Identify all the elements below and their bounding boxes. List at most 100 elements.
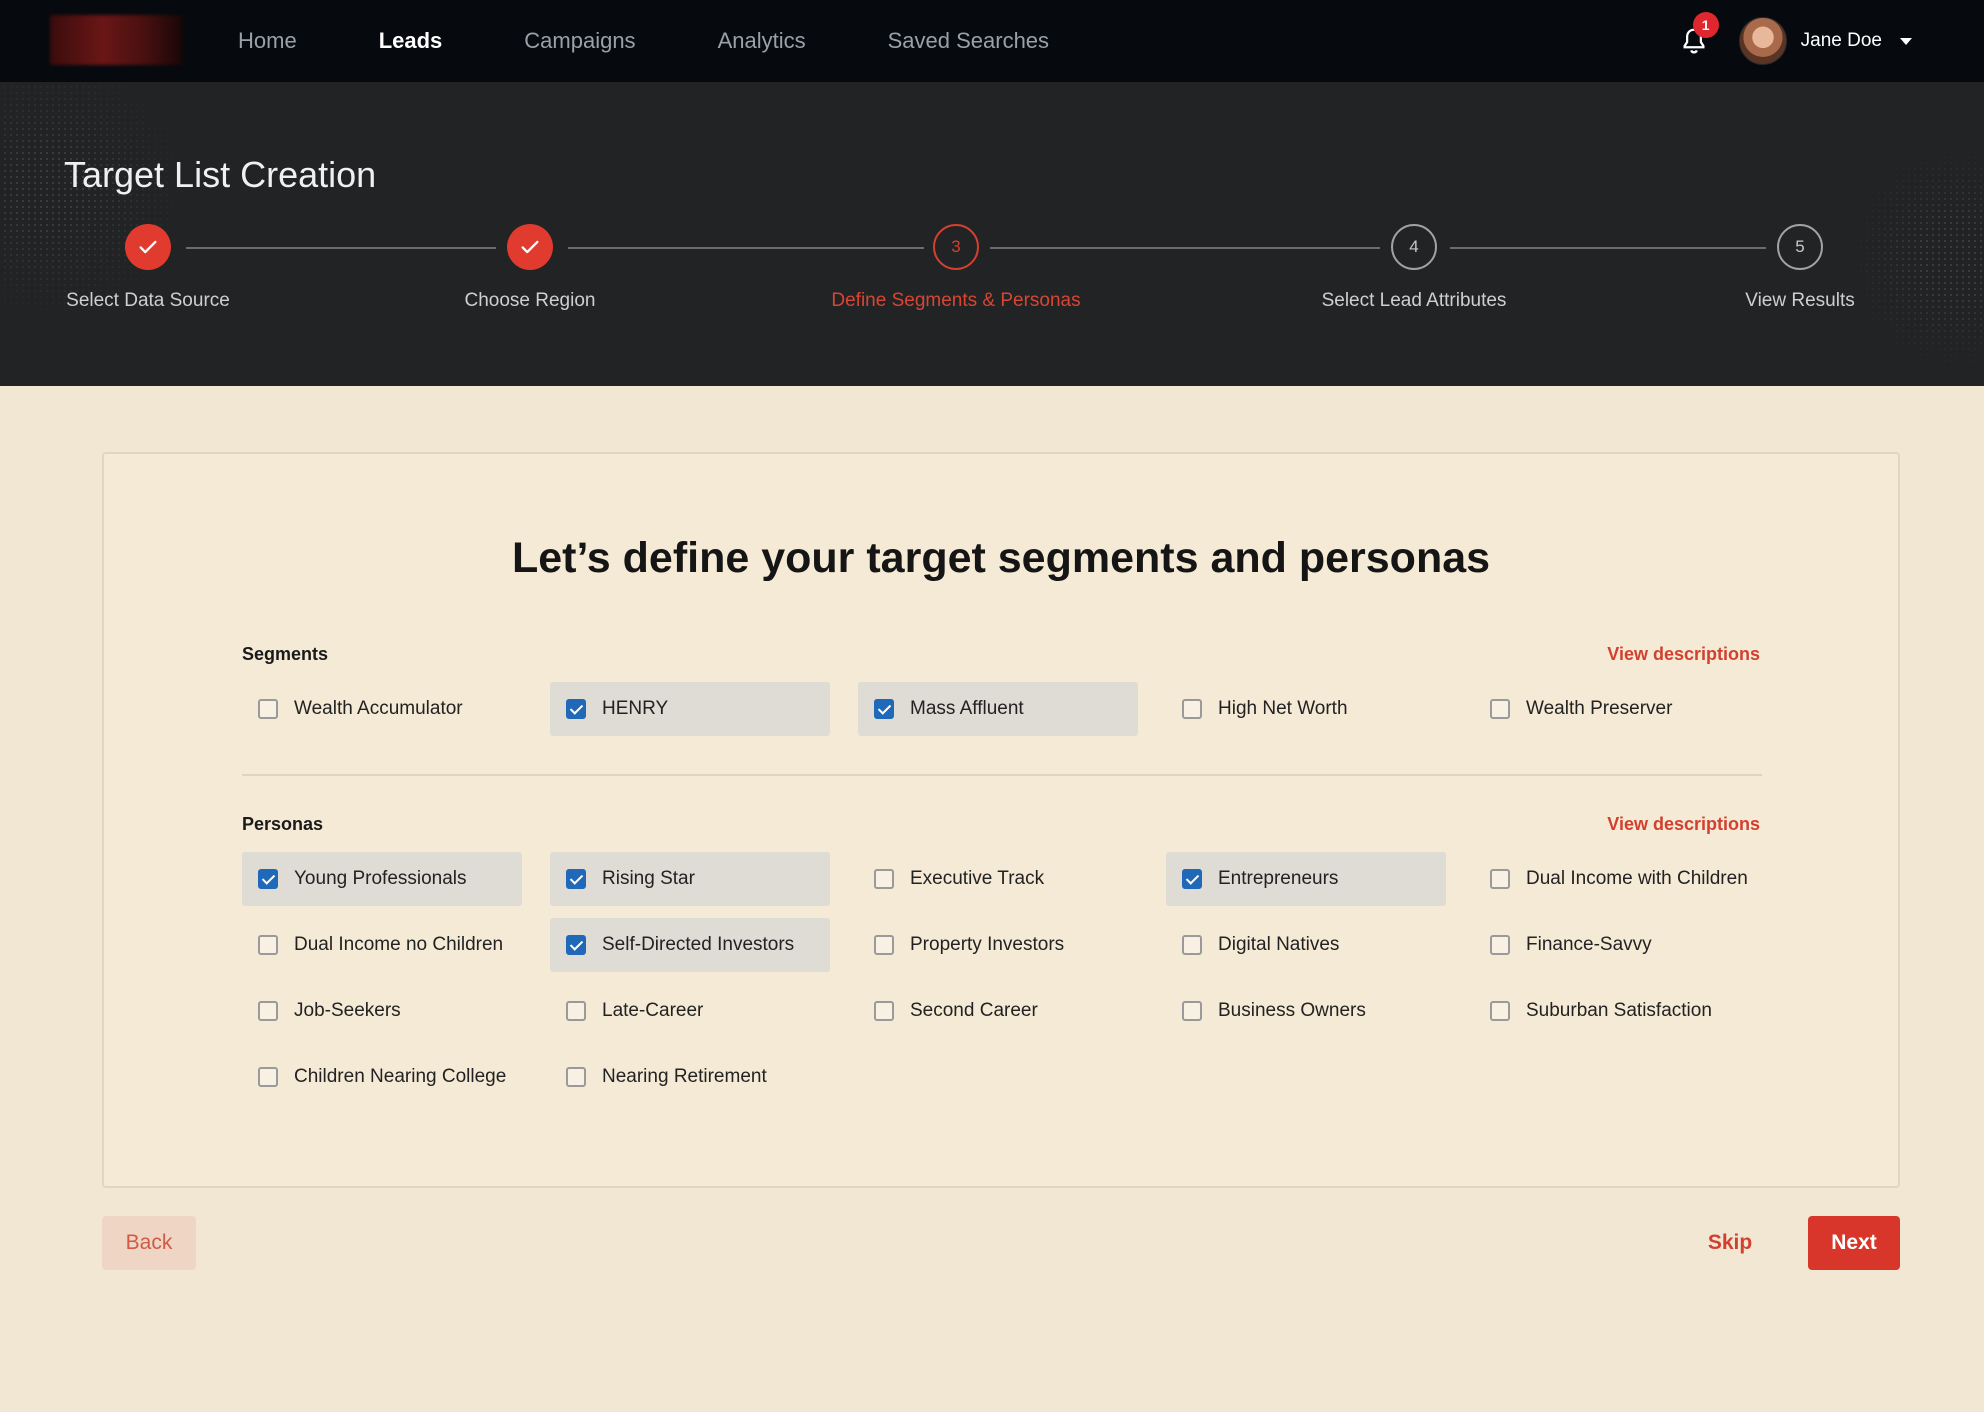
checkbox-label: Job-Seekers [294,1000,401,1021]
checkbox-option[interactable]: Wealth Preserver [1474,682,1754,736]
checkbox-unchecked[interactable] [258,699,278,719]
brand-logo[interactable] [50,15,182,65]
check-icon [125,224,171,270]
checkbox-label: Dual Income no Children [294,934,504,955]
checkbox-unchecked[interactable] [874,935,894,955]
avatar[interactable] [1738,17,1787,65]
checkbox-label: Dual Income with Children [1526,868,1748,889]
notifications-button[interactable]: 1 [1679,12,1719,56]
personas-view-descriptions-link[interactable]: View descriptions [1607,814,1760,835]
checkbox-unchecked[interactable] [258,1001,278,1021]
checkbox-unchecked[interactable] [1182,699,1202,719]
nav-link-home[interactable]: Home [238,28,297,54]
step-number: 3 [933,224,979,270]
checkbox-unchecked[interactable] [1490,699,1510,719]
step-label: Select Data Source [66,290,230,311]
checkbox-label: Rising Star [602,868,695,889]
checkbox-option[interactable]: Property Investors [858,918,1138,972]
checkbox-option[interactable]: Self-Directed Investors [550,918,830,972]
checkbox-option[interactable]: Mass Affluent [858,682,1138,736]
step-label: Define Segments & Personas [831,290,1081,311]
checkbox-unchecked[interactable] [1182,935,1202,955]
step-label: Select Lead Attributes [1321,290,1507,311]
checkbox-label: Entrepreneurs [1218,868,1339,889]
next-button[interactable]: Next [1808,1216,1900,1270]
checkbox-label: Business Owners [1218,1000,1366,1021]
checkbox-unchecked[interactable] [566,1067,586,1087]
checkbox-option[interactable]: Business Owners [1166,984,1446,1038]
checkbox-label: Property Investors [910,934,1065,955]
step-select-data-source[interactable]: Select Data Source [0,224,298,312]
nav-link-saved-searches[interactable]: Saved Searches [888,28,1049,54]
step-choose-region[interactable]: Choose Region [380,224,680,312]
skip-button[interactable]: Skip [1690,1216,1770,1270]
nav-links: Home Leads Campaigns Analytics Saved Sea… [238,0,1131,82]
checkbox-option[interactable]: Dual Income with Children [1474,852,1754,906]
nav-link-analytics[interactable]: Analytics [718,28,806,54]
divider [242,774,1762,776]
notification-badge: 1 [1692,12,1719,38]
nav-link-leads[interactable]: Leads [379,28,443,54]
checkbox-checked[interactable] [874,699,894,719]
step-label: View Results [1745,290,1855,311]
chevron-down-icon[interactable] [1900,37,1912,45]
step-label: Choose Region [464,290,596,311]
checkbox-unchecked[interactable] [566,1001,586,1021]
checkbox-option[interactable]: Children Nearing College [242,1050,522,1104]
checkbox-option[interactable]: Executive Track [858,852,1138,906]
card-title: Let’s define your target segments and pe… [511,534,1491,582]
checkbox-option[interactable]: Entrepreneurs [1166,852,1446,906]
step-number: 4 [1391,224,1437,270]
checkbox-unchecked[interactable] [874,1001,894,1021]
checkbox-label: Nearing Retirement [602,1066,767,1087]
checkbox-label: Digital Natives [1218,934,1340,955]
checkbox-option[interactable]: Rising Star [550,852,830,906]
page-title: Target List Creation [64,154,377,195]
checkbox-label: Children Nearing College [294,1066,507,1087]
back-button[interactable]: Back [102,1216,196,1270]
checkbox-unchecked[interactable] [258,1067,278,1087]
checkbox-option[interactable]: Late-Career [550,984,830,1038]
checkbox-option[interactable]: Second Career [858,984,1138,1038]
checkbox-option[interactable]: Young Professionals [242,852,522,906]
checkbox-option[interactable]: Suburban Satisfaction [1474,984,1754,1038]
checkbox-label: Finance-Savvy [1526,934,1652,955]
checkbox-label: Late-Career [602,1000,704,1021]
user-area: 1 Jane Doe [1679,0,1912,82]
checkbox-unchecked[interactable] [1490,1001,1510,1021]
checkbox-label: Second Career [910,1000,1038,1021]
segments-label: Segments [242,644,329,664]
checkbox-unchecked[interactable] [1490,935,1510,955]
checkbox-label: Wealth Preserver [1526,698,1673,719]
check-icon [507,224,553,270]
segments-view-descriptions-link[interactable]: View descriptions [1607,644,1760,665]
step-number: 5 [1777,224,1823,270]
checkbox-checked[interactable] [1182,869,1202,889]
checkbox-option[interactable]: HENRY [550,682,830,736]
step-view-results[interactable]: 5 View Results [1650,224,1950,312]
segments-personas-card: Let’s define your target segments and pe… [102,452,1900,1188]
checkbox-label: Executive Track [910,868,1045,889]
checkbox-checked[interactable] [566,699,586,719]
checkbox-label: Suburban Satisfaction [1526,1000,1712,1021]
checkbox-option[interactable]: Digital Natives [1166,918,1446,972]
checkbox-checked[interactable] [566,869,586,889]
step-select-lead-attributes[interactable]: 4 Select Lead Attributes [1264,224,1564,312]
checkbox-label: High Net Worth [1218,698,1348,719]
checkbox-unchecked[interactable] [1182,1001,1202,1021]
checkbox-label: Mass Affluent [910,698,1024,719]
checkbox-option[interactable]: Wealth Accumulator [242,682,522,736]
checkbox-option[interactable]: Job-Seekers [242,984,522,1038]
step-define-segments[interactable]: 3 Define Segments & Personas [806,224,1106,312]
checkbox-option[interactable]: Nearing Retirement [550,1050,830,1104]
checkbox-option[interactable]: High Net Worth [1166,682,1446,736]
checkbox-unchecked[interactable] [258,935,278,955]
nav-link-campaigns[interactable]: Campaigns [524,28,635,54]
checkbox-unchecked[interactable] [1490,869,1510,889]
checkbox-option[interactable]: Finance-Savvy [1474,918,1754,972]
checkbox-checked[interactable] [258,869,278,889]
checkbox-unchecked[interactable] [874,869,894,889]
user-name[interactable]: Jane Doe [1801,30,1882,52]
checkbox-option[interactable]: Dual Income no Children [242,918,522,972]
checkbox-checked[interactable] [566,935,586,955]
